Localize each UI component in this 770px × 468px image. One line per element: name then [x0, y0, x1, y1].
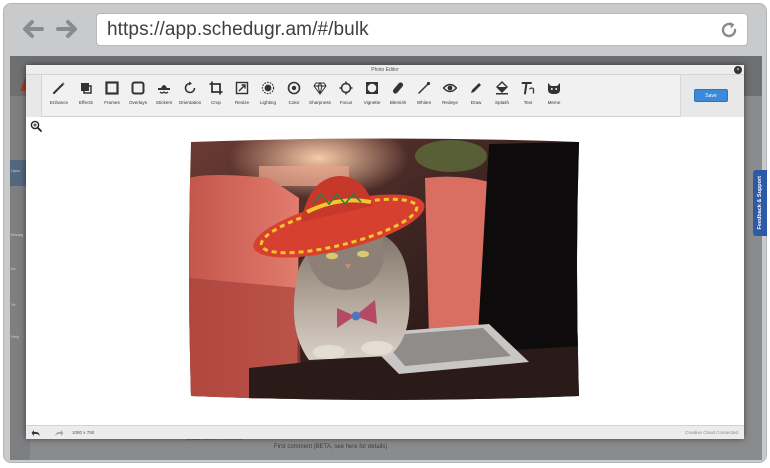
editor-bottombar: 1080 x 750 Creative Cloud Connected	[26, 425, 744, 439]
reload-icon[interactable]	[719, 20, 739, 40]
effects-icon	[81, 83, 92, 94]
tool-label: Frames	[104, 100, 120, 105]
tool-redeye[interactable]: Redeye	[437, 81, 463, 113]
whiten-icon	[418, 81, 431, 94]
editor-title: Photo Editor	[371, 66, 399, 73]
focus-icon	[339, 81, 353, 95]
tool-stickers[interactable]: Stickers	[151, 81, 177, 113]
tool-focus[interactable]: Focus	[333, 81, 359, 113]
tool-color[interactable]: Color	[281, 81, 307, 113]
tool-text[interactable]: Text	[515, 81, 541, 113]
tool-label: Crop	[211, 100, 221, 105]
orientation-icon	[184, 81, 196, 94]
forward-arrow-icon[interactable]	[54, 16, 80, 42]
tool-resize[interactable]: Resize	[229, 81, 255, 113]
first-comment-text[interactable]: First comment (BETA, see here for detail…	[274, 444, 387, 450]
vignette-icon	[366, 82, 378, 94]
toolbar-scroll-left[interactable]	[26, 75, 42, 117]
address-bar[interactable]: https://app.schedugr.am/#/bulk	[96, 13, 748, 46]
feedback-support-tab[interactable]: Feedback & Support	[753, 170, 767, 236]
color-icon	[287, 81, 301, 95]
tool-label: Text	[523, 100, 533, 105]
tool-effects[interactable]: Effects	[73, 81, 99, 113]
tool-label: Redeye	[442, 100, 458, 105]
resize-icon	[235, 81, 249, 95]
editor-canvas-photo[interactable]	[189, 138, 581, 400]
overlays-icon	[131, 81, 145, 95]
redeye-icon	[443, 83, 457, 93]
tool-label: Sharpness	[309, 100, 331, 105]
redo-icon[interactable]	[54, 428, 64, 438]
back-arrow-icon[interactable]	[20, 16, 46, 42]
lighting-icon	[261, 81, 275, 95]
tool-label: Draw	[470, 100, 482, 105]
magic-wand-icon	[53, 82, 65, 94]
tool-crop[interactable]: Crop	[203, 81, 229, 113]
url-text: https://app.schedugr.am/#/bulk	[107, 18, 369, 40]
tool-vignette[interactable]: Vignette	[359, 81, 385, 113]
photo-editor-modal: Photo Editor × Enhance Effects Frames Ov…	[26, 65, 744, 439]
save-button[interactable]: Save	[694, 89, 728, 102]
tool-label: Meme	[547, 100, 561, 105]
close-icon[interactable]: ×	[734, 66, 742, 74]
stickers-icon	[158, 85, 170, 94]
sharpness-icon	[313, 82, 327, 95]
text-icon	[521, 82, 535, 95]
tool-label: Color	[288, 100, 300, 105]
undo-icon[interactable]	[31, 428, 41, 438]
tool-label: Vignette	[363, 100, 381, 105]
tool-label: Blemish	[389, 100, 407, 105]
splash-icon	[496, 81, 508, 95]
tool-lighting[interactable]: Lighting	[255, 81, 281, 113]
meme-icon	[548, 83, 560, 94]
image-size-readout: 1080 x 750	[72, 430, 95, 435]
sidebar-label: Ac	[11, 266, 16, 271]
blemish-icon	[392, 82, 404, 94]
tool-sharpness[interactable]: Sharpness	[307, 81, 333, 113]
tool-whiten[interactable]: Whiten	[411, 81, 437, 113]
tool-splash[interactable]: Splash	[489, 81, 515, 113]
tool-label: Effects	[79, 100, 93, 105]
draw-icon	[471, 83, 481, 93]
creative-cloud-status: Creative Cloud Connected	[685, 430, 738, 435]
sidebar-label: Upco	[11, 168, 21, 173]
tool-label: Focus	[339, 100, 353, 105]
tool-frames[interactable]: Frames	[99, 81, 125, 113]
editor-toolbar: Enhance Effects Frames Overlays Stickers…	[26, 75, 744, 117]
tool-draw[interactable]: Draw	[463, 81, 489, 113]
tool-label: Whiten	[416, 100, 432, 105]
tool-blemish[interactable]: Blemish	[385, 81, 411, 113]
feedback-label: Feedback & Support	[757, 176, 763, 230]
tool-enhance[interactable]: Enhance	[46, 81, 72, 113]
sidebar-label: Help	[11, 334, 20, 339]
tool-orientation[interactable]: Orientation	[177, 81, 203, 113]
tool-label: Overlays	[128, 100, 148, 105]
sidebar-label: Manag	[11, 232, 24, 237]
tool-meme[interactable]: Meme	[541, 81, 567, 113]
editor-titlebar: Photo Editor ×	[26, 65, 744, 75]
tool-label: Orientation	[178, 100, 202, 105]
tool-label: Lighting	[259, 100, 277, 105]
frames-icon	[105, 81, 119, 95]
save-area: Save	[680, 75, 744, 117]
tool-overlays[interactable]: Overlays	[125, 81, 151, 113]
tool-label: Resize	[234, 100, 250, 105]
sidebar-label: Ye	[11, 302, 16, 307]
zoom-in-icon[interactable]	[30, 120, 42, 132]
tool-label: Stickers	[155, 100, 173, 105]
tool-label: Enhance	[49, 100, 69, 105]
crop-icon	[209, 81, 223, 95]
tool-label: Splash	[494, 100, 510, 105]
